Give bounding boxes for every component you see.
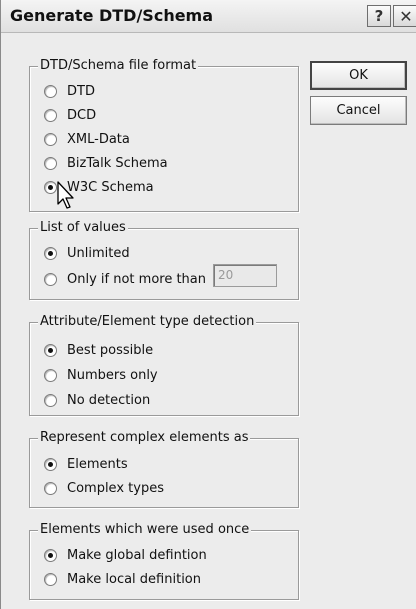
radio-button[interactable]: [44, 481, 57, 495]
radio-label: Elements: [67, 456, 128, 472]
radio-option-limit[interactable]: Only if not more than: [44, 269, 206, 289]
radio-option-elements[interactable]: Elements: [44, 454, 128, 474]
list-of-values-group-label: List of values: [38, 220, 128, 235]
used-once-group-label: Elements which were used once: [38, 522, 252, 537]
type-detection-group: Attribute/Element type detection Best po…: [29, 314, 299, 416]
radio-option-dcd[interactable]: DCD: [44, 105, 96, 125]
ok-button-label: OK: [349, 68, 368, 83]
radio-button[interactable]: [44, 393, 57, 407]
dialog-title: Generate DTD/Schema: [10, 6, 214, 25]
radio-option-xml-data[interactable]: XML-Data: [44, 129, 130, 149]
radio-button[interactable]: [44, 368, 57, 382]
radio-label: Make global defintion: [67, 547, 207, 563]
mouse-pointer-icon: [57, 181, 74, 209]
radio-label: Make local definition: [67, 571, 201, 587]
radio-option-unlimited[interactable]: Unlimited: [44, 243, 130, 263]
radio-button-selected[interactable]: [44, 343, 57, 357]
radio-button-selected[interactable]: [44, 246, 57, 260]
file-format-group-label: DTD/Schema file format: [38, 58, 199, 73]
radio-label: Only if not more than: [67, 271, 207, 287]
radio-label: DCD: [67, 107, 97, 123]
radio-label: Numbers only: [67, 367, 158, 383]
radio-label: No detection: [67, 392, 151, 408]
question-icon: ?: [374, 7, 384, 25]
complex-elements-group: Represent complex elements as Elements C…: [29, 430, 299, 508]
radio-label: Complex types: [67, 480, 164, 496]
radio-option-local-definition[interactable]: Make local definition: [44, 569, 201, 589]
close-icon: ✕: [399, 6, 413, 26]
radio-option-dtd[interactable]: DTD: [44, 81, 95, 101]
radio-option-biztalk[interactable]: BizTalk Schema: [44, 153, 168, 173]
complex-elements-group-label: Represent complex elements as: [38, 430, 251, 445]
radio-button[interactable]: [44, 132, 57, 146]
radio-option-best-possible[interactable]: Best possible: [44, 340, 153, 360]
radio-label: W3C Schema: [67, 179, 154, 195]
radio-option-complex-types[interactable]: Complex types: [44, 478, 164, 498]
limit-value-input[interactable]: 20: [213, 264, 277, 287]
radio-option-no-detection[interactable]: No detection: [44, 390, 150, 410]
radio-button[interactable]: [44, 572, 57, 586]
title-bar[interactable]: Generate DTD/Schema ? ✕: [1, 0, 416, 33]
radio-label: Best possible: [67, 342, 154, 358]
generate-schema-dialog: Generate DTD/Schema ? ✕ OK Cancel DTD/Sc…: [0, 0, 416, 609]
radio-label: XML-Data: [67, 131, 130, 147]
close-button[interactable]: ✕: [393, 5, 416, 27]
ok-button[interactable]: OK: [310, 61, 407, 90]
radio-option-global-definition[interactable]: Make global defintion: [44, 545, 207, 565]
radio-label: Unlimited: [67, 245, 130, 261]
type-detection-group-label: Attribute/Element type detection: [38, 314, 257, 329]
used-once-group: Elements which were used once Make globa…: [29, 522, 299, 600]
radio-button-selected[interactable]: [44, 457, 57, 471]
radio-button-selected[interactable]: [44, 548, 57, 562]
radio-label: BizTalk Schema: [67, 155, 168, 171]
cancel-button[interactable]: Cancel: [310, 96, 407, 125]
radio-button[interactable]: [44, 84, 57, 98]
radio-button[interactable]: [44, 156, 57, 170]
radio-button[interactable]: [44, 108, 57, 122]
help-button[interactable]: ?: [367, 5, 391, 27]
radio-label: DTD: [67, 83, 95, 99]
cancel-button-label: Cancel: [336, 103, 381, 118]
radio-option-numbers-only[interactable]: Numbers only: [44, 365, 158, 385]
radio-button[interactable]: [44, 272, 57, 286]
